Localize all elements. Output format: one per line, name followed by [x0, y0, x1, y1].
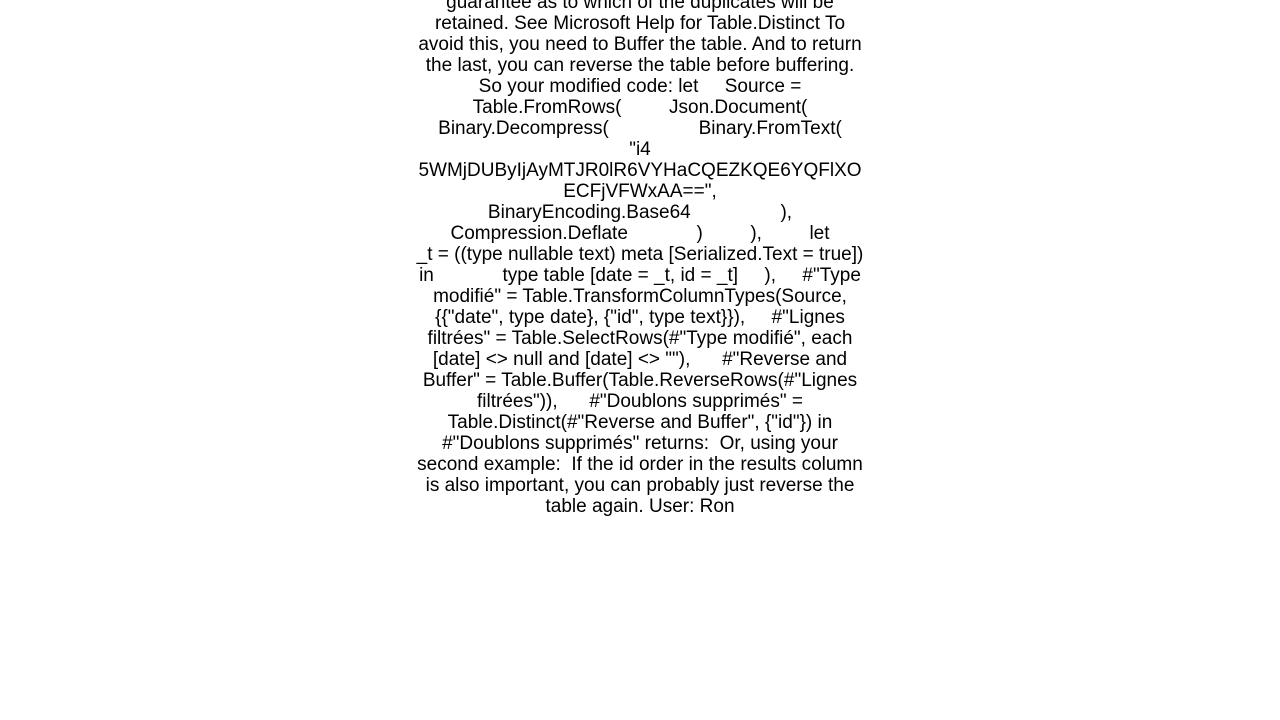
document-body: guarantee as to which of the duplicates … — [416, 0, 864, 517]
